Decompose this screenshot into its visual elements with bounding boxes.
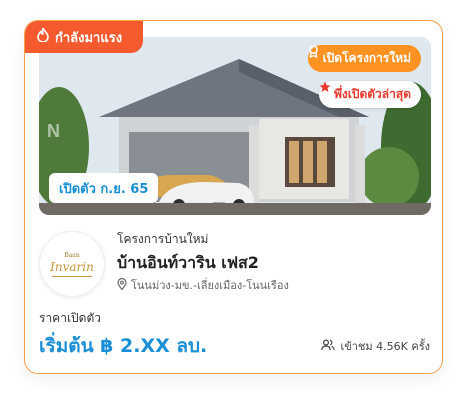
view-count: เข้าชม 4.56K ครั้ง (321, 337, 430, 355)
open-date-tag: เปิดตัว ก.ย. 65 (49, 173, 159, 203)
property-card[interactable]: กำลังมาแรง N เปิดโครงการใหม่ พึ่งเปิดตัว… (24, 20, 443, 374)
price-value: เริ่มต้น ฿ 2.XX ลบ. (39, 335, 208, 357)
project-name[interactable]: บ้านอินท์วาริน เฟส2 (117, 251, 259, 276)
location-text: โนนม่วง-มข.-เลี่ยงเมือง-โนนเรือง (131, 279, 289, 292)
logo-top-text: Baan (64, 251, 80, 259)
new-project-badge: เปิดโครงการใหม่ (307, 45, 421, 72)
location-pin-icon (117, 277, 127, 293)
just-opened-label: พึ่งเปิดตัวล่าสุด (333, 87, 411, 101)
trending-tag: กำลังมาแรง (25, 21, 143, 53)
trending-label: กำลังมาแรง (55, 30, 123, 46)
price-label: ราคาเปิดตัว (39, 311, 101, 325)
project-category: โครงการบ้านใหม่ (117, 232, 209, 246)
fire-icon (37, 25, 49, 46)
users-icon (321, 338, 336, 354)
just-opened-badge: พึ่งเปิดตัวล่าสุด (318, 81, 421, 108)
logo-divider (52, 275, 92, 277)
logo-main-text: Invarin (50, 259, 94, 274)
project-logo[interactable]: Baan Invarin (39, 231, 105, 297)
new-project-label: เปิดโครงการใหม่ (322, 51, 411, 65)
svg-text:N: N (47, 121, 60, 141)
view-count-label: เข้าชม 4.56K ครั้ง (340, 340, 430, 353)
project-location: โนนม่วง-มข.-เลี่ยงเมือง-โนนเรือง (117, 276, 289, 294)
project-photo[interactable]: N เปิดโครงการใหม่ พึ่งเปิดตัวล่าสุด เปิด… (39, 37, 431, 215)
